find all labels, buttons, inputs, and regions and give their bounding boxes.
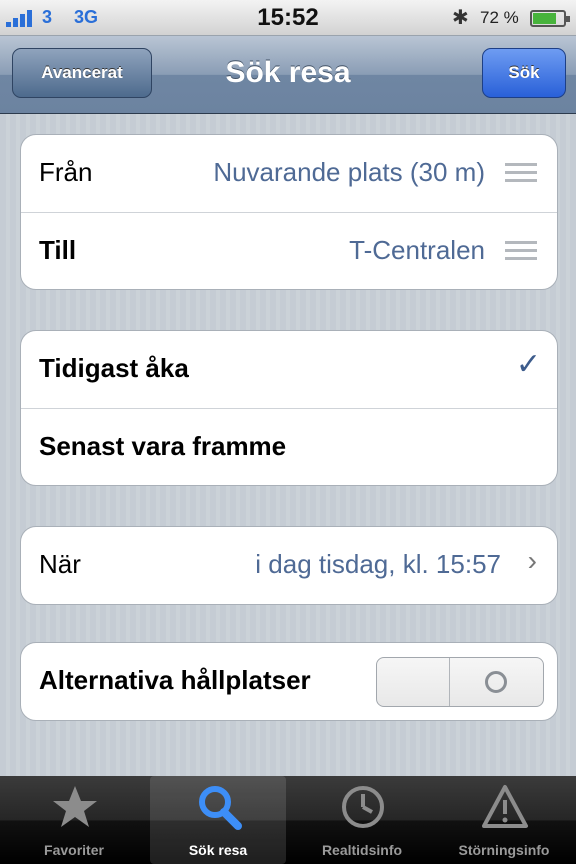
tab-favorites[interactable]: Favoriter: [6, 776, 142, 864]
toggle-off-icon: [485, 671, 507, 693]
clock-icon: [342, 786, 384, 828]
reorder-handle-icon[interactable]: [505, 163, 537, 183]
reorder-handle-icon[interactable]: [505, 241, 537, 261]
tab-disruptions[interactable]: Störningsinfo: [436, 776, 572, 864]
alternative-stops-row: Alternativa hållplatser: [21, 643, 557, 720]
tab-label: Realtidsinfo: [321, 842, 403, 858]
checkmark-icon: ✓: [515, 348, 541, 381]
alternative-stops-group: Alternativa hållplatser: [20, 642, 558, 721]
to-value: T-Centralen: [349, 235, 485, 265]
tab-label: Störningsinfo: [458, 842, 550, 858]
battery-percent: 72 %: [480, 8, 519, 27]
alternative-stops-label: Alternativa hållplatser: [39, 665, 311, 695]
star-icon: [53, 786, 97, 827]
status-bar: 3 3G 15:52 ✱ 72 %: [0, 0, 576, 36]
from-row[interactable]: Från Nuvarande plats (30 m): [21, 135, 557, 212]
route-group: Från Nuvarande plats (30 m) Till T-Centr…: [20, 134, 558, 290]
when-row[interactable]: När i dag tisdag, kl. 15:57 ›: [21, 527, 557, 604]
earliest-departure-label: Tidigast åka: [39, 353, 189, 383]
battery-icon: [530, 10, 570, 27]
navigation-bar: Avancerat Sök resa Sök: [0, 36, 576, 114]
tab-search-trip[interactable]: Sök resa: [150, 776, 286, 864]
from-value: Nuvarande plats (30 m): [213, 157, 485, 187]
when-label: När: [39, 549, 81, 579]
tab-realtime[interactable]: Realtidsinfo: [294, 776, 430, 864]
to-label: Till: [39, 235, 77, 265]
latest-arrival-row[interactable]: Senast vara framme: [21, 408, 557, 485]
chevron-right-icon: ›: [527, 545, 537, 576]
bluetooth-icon: ✱: [452, 7, 469, 29]
to-row[interactable]: Till T-Centralen: [21, 212, 557, 289]
alternative-stops-toggle[interactable]: [376, 657, 544, 707]
when-value: i dag tisdag, kl. 15:57: [255, 549, 501, 579]
search-button[interactable]: Sök: [482, 48, 566, 98]
latest-arrival-label: Senast vara framme: [39, 431, 287, 461]
when-group: När i dag tisdag, kl. 15:57 ›: [20, 526, 558, 605]
tab-label: Favoriter: [44, 842, 104, 858]
earliest-departure-row[interactable]: Tidigast åka ✓: [21, 331, 557, 408]
tab-label: Sök resa: [188, 842, 248, 858]
time-mode-group: Tidigast åka ✓ Senast vara framme: [20, 330, 558, 486]
warning-icon: [482, 785, 528, 828]
tab-bar: Favoriter Sök resa Realtidsinfo Störning…: [0, 776, 576, 864]
search-icon: [199, 786, 242, 830]
from-label: Från: [39, 157, 93, 187]
